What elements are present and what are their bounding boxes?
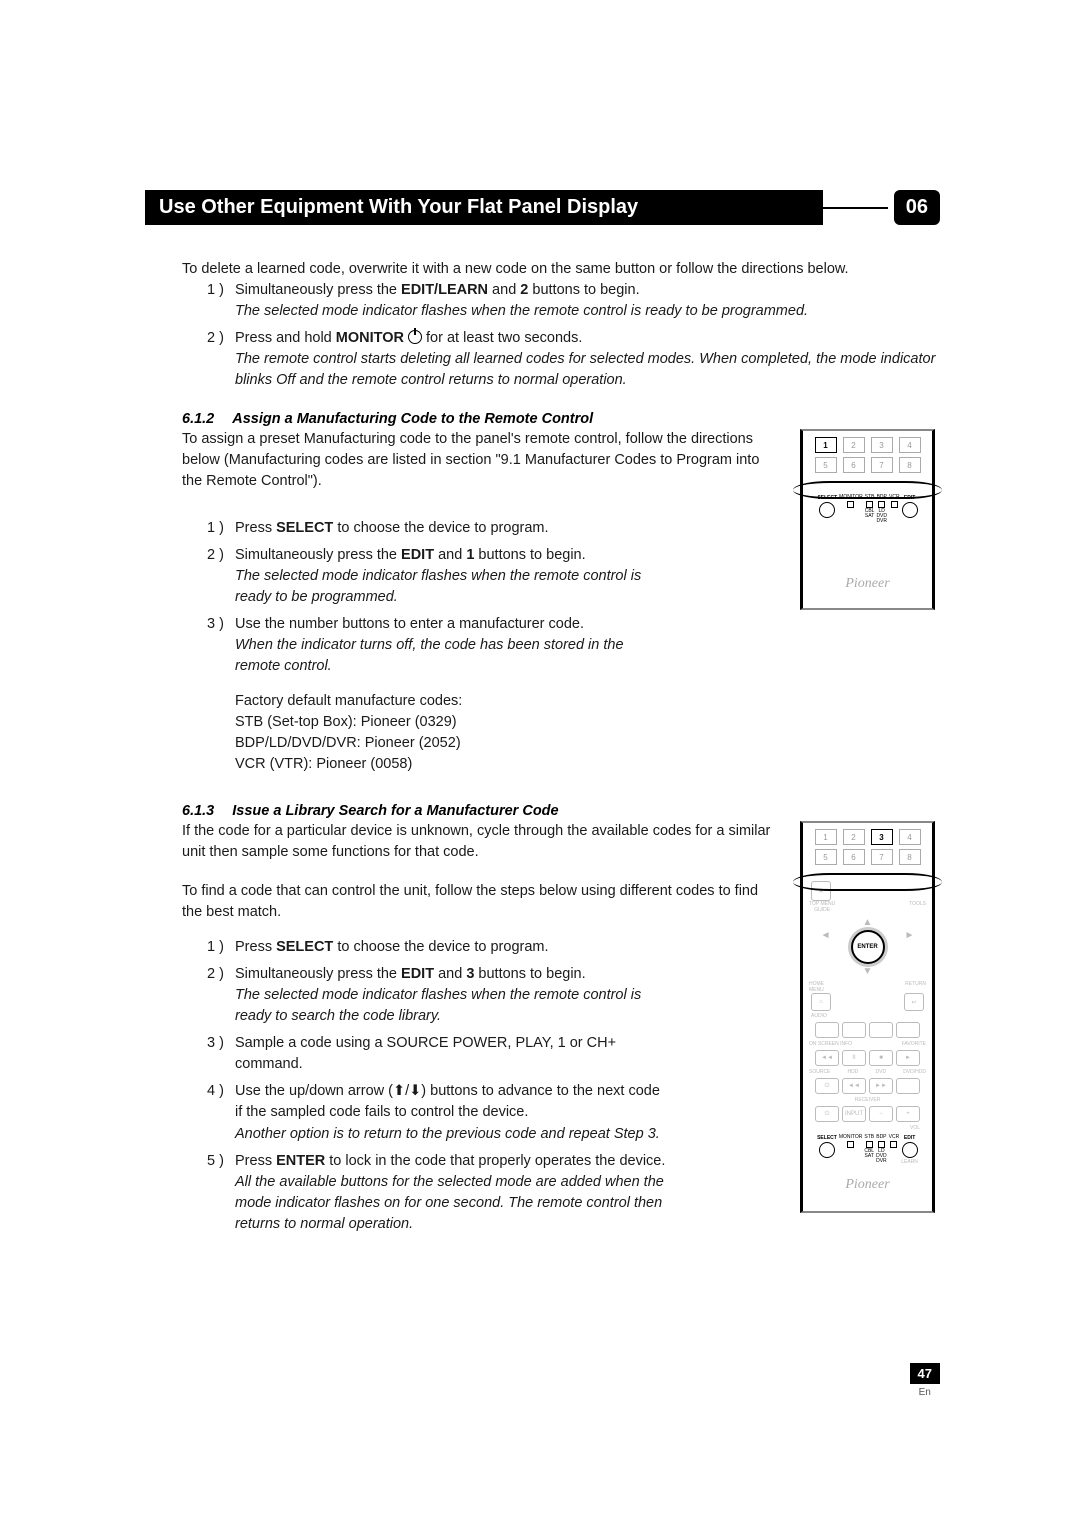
613-step-3: 3 ) Sample a code using a SOURCE POWER, … bbox=[207, 1033, 670, 1075]
remote1-key-8: 8 bbox=[899, 457, 921, 473]
edit-ring-icon bbox=[902, 502, 918, 518]
chapter-title: Use Other Equipment With Your Flat Panel… bbox=[145, 190, 823, 225]
dpad: ▲ ◄ ENTER ► ▼ bbox=[807, 917, 928, 977]
remote2-key-2: 2 bbox=[843, 829, 865, 845]
play-icon: ► bbox=[896, 1050, 920, 1066]
remote2-key-4: 4 bbox=[899, 829, 921, 845]
up-down-arrow-icon: ⬆/⬇ bbox=[393, 1081, 421, 1102]
arrow-right-icon: ► bbox=[905, 930, 915, 964]
613-step-1: 1 ) Press SELECT to choose the device to… bbox=[207, 937, 670, 958]
arrow-down-icon: ▼ bbox=[863, 966, 873, 977]
select-ring-icon bbox=[819, 1142, 835, 1158]
chapter-number: 06 bbox=[894, 190, 940, 225]
pioneer-logo: Pioneer bbox=[807, 1177, 928, 1193]
remote2-key-3: 3 bbox=[871, 829, 893, 845]
select-ring-icon bbox=[819, 502, 835, 518]
return-icon: ↩ bbox=[904, 993, 924, 1011]
612-step-3: 3 ) Use the number buttons to enter a ma… bbox=[207, 614, 670, 677]
remote1-key-3: 3 bbox=[871, 437, 893, 453]
612-step-2: 2 ) Simultaneously press the EDIT and 1 … bbox=[207, 545, 670, 608]
delete-step-2: 2 ) Press and hold MONITOR for at least … bbox=[207, 328, 940, 391]
chapter-header: Use Other Equipment With Your Flat Panel… bbox=[145, 190, 940, 225]
remote-illustration-2: 1 2 3 4 5 6 7 8 ✕ TOP MENU GUIDE T bbox=[800, 821, 935, 1213]
pioneer-logo: Pioneer bbox=[807, 576, 928, 592]
section-613-intro: If the code for a particular device is u… bbox=[182, 821, 780, 863]
remote1-key-6: 6 bbox=[843, 457, 865, 473]
remote1-key-1: 1 bbox=[815, 437, 837, 453]
power-icon bbox=[408, 330, 422, 344]
613-step-2: 2 ) Simultaneously press the EDIT and 3 … bbox=[207, 964, 670, 1027]
enter-button: ENTER bbox=[851, 930, 885, 964]
edit-ring-icon bbox=[902, 1142, 918, 1158]
remote2-key-1: 1 bbox=[815, 829, 837, 845]
pause-icon: II bbox=[842, 1050, 866, 1066]
remote1-key-4: 4 bbox=[899, 437, 921, 453]
612-step-1: 1 ) Press SELECT to choose the device to… bbox=[207, 518, 670, 539]
page-number-chip: 47 En bbox=[910, 1363, 940, 1398]
613-step-5: 5 ) Press ENTER to lock in the code that… bbox=[207, 1151, 670, 1235]
subheading-613: 6.1.3 Issue a Library Search for a Manuf… bbox=[182, 803, 940, 819]
remote1-key-7: 7 bbox=[871, 457, 893, 473]
section-613-intro2: To find a code that can control the unit… bbox=[182, 881, 780, 923]
arrow-up-icon: ▲ bbox=[863, 917, 873, 928]
remote-illustration-1: 1 2 3 4 5 6 7 8 SELECT MONITOR bbox=[800, 429, 935, 610]
stop-icon: ■ bbox=[869, 1050, 893, 1066]
header-rule bbox=[823, 207, 888, 209]
613-step-4: 4 ) Use the up/down arrow (⬆/⬇) buttons … bbox=[207, 1081, 670, 1144]
intro-text: To delete a learned code, overwrite it w… bbox=[182, 259, 940, 280]
x-icon: ✕ bbox=[811, 881, 831, 901]
arrow-left-icon: ◄ bbox=[821, 930, 831, 964]
section-612-intro: To assign a preset Manufacturing code to… bbox=[182, 429, 780, 492]
remote1-key-2: 2 bbox=[843, 437, 865, 453]
home-icon: ⌂ bbox=[811, 993, 831, 1011]
rewind-icon: ◄◄ bbox=[815, 1050, 839, 1066]
subheading-612: 6.1.2 Assign a Manufacturing Code to the… bbox=[182, 411, 940, 427]
delete-step-1: 1 ) Simultaneously press the EDIT/LEARN … bbox=[207, 280, 940, 322]
remote1-key-5: 5 bbox=[815, 457, 837, 473]
factory-codes: Factory default manufacture codes: STB (… bbox=[235, 691, 780, 775]
